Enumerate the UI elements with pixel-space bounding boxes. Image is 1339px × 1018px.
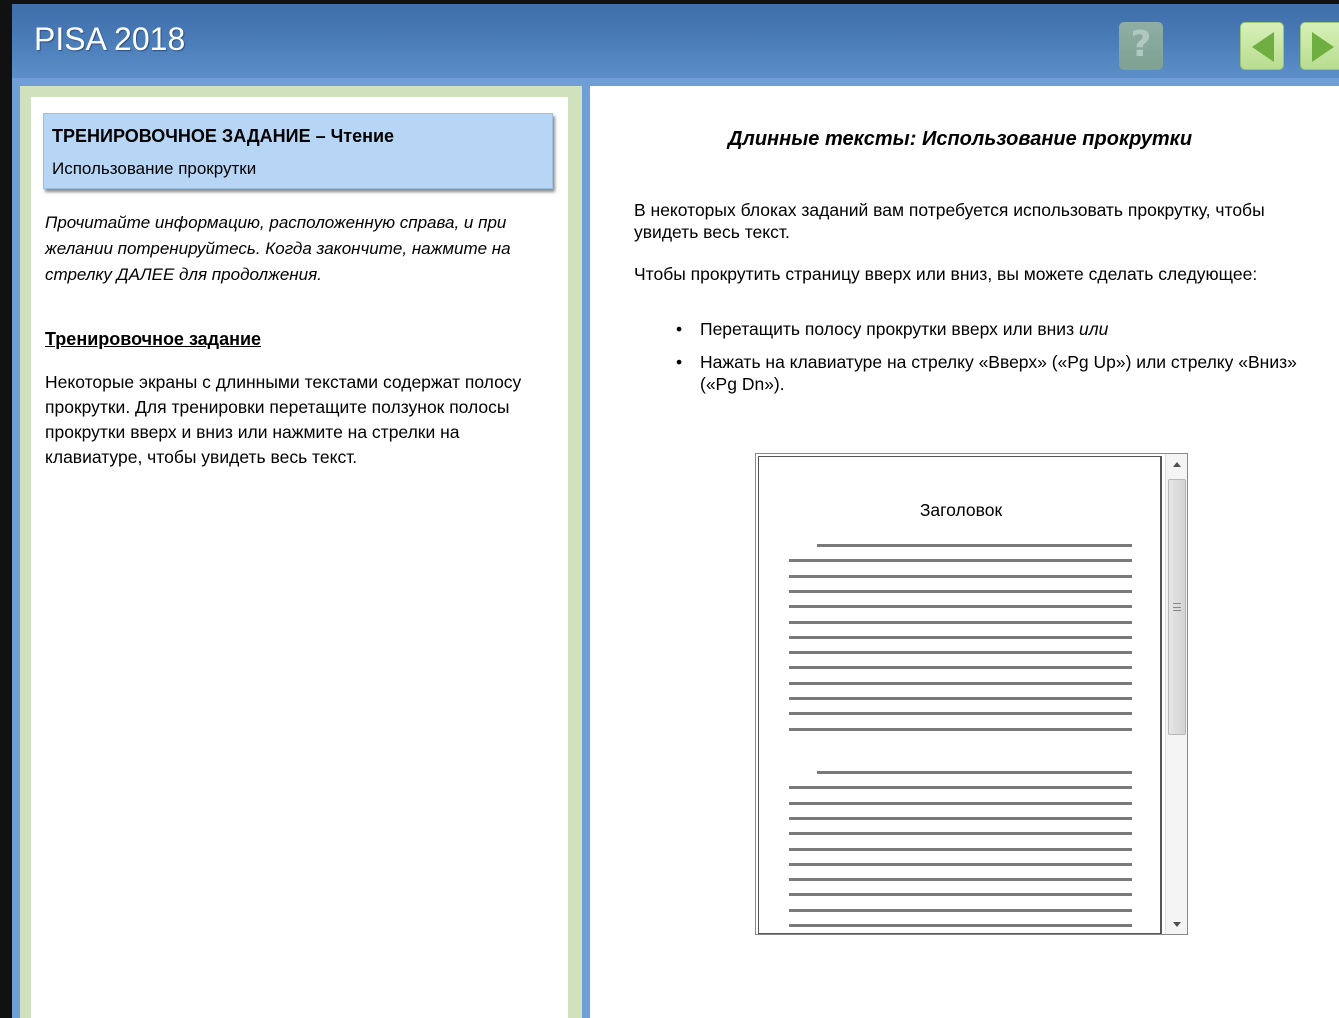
- scroll-up-button[interactable]: [1166, 454, 1188, 474]
- text-line-placeholder: [789, 697, 1132, 700]
- header-accent-bar: [12, 78, 1339, 86]
- vertical-scrollbar[interactable]: [1165, 454, 1187, 934]
- document-page: Заголовок: [758, 456, 1162, 934]
- app-title: PISA 2018: [34, 21, 186, 57]
- text-line-placeholder: [817, 771, 1132, 774]
- text-line-placeholder: [789, 862, 1132, 866]
- text-line-placeholder: [789, 893, 1132, 897]
- text-line-placeholder: [789, 666, 1132, 670]
- text-line-placeholder: [789, 727, 1132, 731]
- text-line-placeholder: [789, 635, 1132, 639]
- bullet-list: • Перетащить полосу прокрутки вверх или …: [676, 318, 1316, 406]
- practice-text: Некоторые экраны с длинными текстами сод…: [45, 372, 522, 467]
- bullet-1-italic: или: [1078, 319, 1109, 339]
- text-line-placeholder: [789, 589, 1132, 593]
- next-button[interactable]: [1300, 22, 1339, 70]
- document-heading: Заголовок: [919, 500, 1003, 520]
- bullet-2-text: Нажать на клавиатуре на стрелку «Вверх» …: [700, 352, 1297, 394]
- content-title: Длинные тексты: Использование прокрутки: [727, 128, 1193, 150]
- grip-icon: [1173, 603, 1181, 611]
- text-line-placeholder: [789, 559, 1132, 563]
- help-icon: ?: [1130, 24, 1152, 65]
- app-header: PISA 2018 ?: [12, 4, 1339, 78]
- text-line-placeholder: [789, 816, 1132, 820]
- text-line-placeholder: [789, 620, 1132, 624]
- arrow-up-icon: [1173, 462, 1181, 467]
- task-subtitle: Использование прокрутки: [52, 159, 257, 178]
- text-line-placeholder: [789, 712, 1132, 716]
- left-panel-content: ТРЕНИРОВОЧНОЕ ЗАДАНИЕ – Чтение Использов…: [31, 97, 568, 1018]
- text-line-placeholder: [789, 878, 1132, 882]
- scroll-thumb[interactable]: [1168, 479, 1186, 735]
- text-line-placeholder: [789, 801, 1132, 805]
- previous-button[interactable]: [1240, 22, 1284, 70]
- bullet-dot: •: [676, 319, 683, 339]
- bullet-item-keys: • Нажать на клавиатуре на стрелку «Вверх…: [676, 351, 1316, 395]
- text-line-placeholder: [789, 908, 1132, 912]
- left-panel: ТРЕНИРОВОЧНОЕ ЗАДАНИЕ – Чтение Использов…: [12, 86, 590, 1018]
- text-line-placeholder: [789, 651, 1132, 655]
- bullet-1-text: Перетащить полосу прокрутки вверх или вн…: [700, 319, 1079, 339]
- scrollable-document[interactable]: Заголовок: [755, 453, 1188, 935]
- bullet-item-drag: • Перетащить полосу прокрутки вверх или …: [676, 318, 1316, 340]
- task-title: ТРЕНИРОВОЧНОЕ ЗАДАНИЕ – Чтение: [52, 126, 395, 146]
- paragraph-2: Чтобы прокрутить страницу вверх или вниз…: [634, 264, 1258, 284]
- arrow-down-icon: [1173, 922, 1181, 927]
- right-panel: Длинные тексты: Использование прокрутки …: [590, 86, 1339, 1018]
- instruction-text: Прочитайте информацию, расположенную спр…: [45, 213, 511, 284]
- text-line-placeholder: [789, 847, 1132, 851]
- arrow-left-icon: [1252, 32, 1274, 62]
- text-line-placeholder: [789, 605, 1132, 609]
- text-line-placeholder: [789, 681, 1132, 685]
- scroll-down-button[interactable]: [1166, 914, 1188, 934]
- text-line-placeholder: [817, 544, 1132, 547]
- text-line-placeholder: [789, 832, 1132, 836]
- bullet-dot: •: [676, 352, 683, 372]
- arrow-right-icon: [1312, 32, 1334, 62]
- practice-heading: Тренировочное задание: [45, 329, 262, 349]
- task-header-box: ТРЕНИРОВОЧНОЕ ЗАДАНИЕ – Чтение Использов…: [43, 113, 553, 189]
- text-line-placeholder: [789, 574, 1132, 578]
- help-button[interactable]: ?: [1119, 22, 1163, 70]
- text-line-placeholder: [789, 924, 1132, 927]
- left-panel-border: ТРЕНИРОВОЧНОЕ ЗАДАНИЕ – Чтение Использов…: [20, 86, 582, 1018]
- text-line-placeholder: [789, 786, 1132, 790]
- paragraph-1: В некоторых блоках заданий вам потребует…: [634, 200, 1265, 242]
